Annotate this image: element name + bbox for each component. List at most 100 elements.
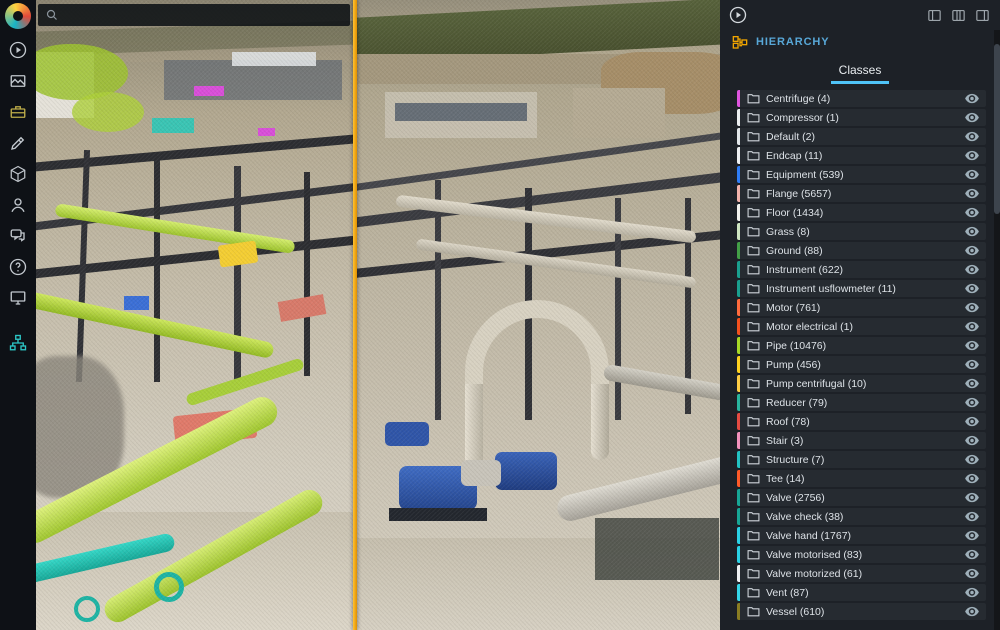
visibility-eye-icon[interactable] (965, 416, 979, 427)
class-row[interactable]: Structure (7) (737, 451, 986, 468)
visibility-eye-icon[interactable] (965, 264, 979, 275)
visibility-eye-icon[interactable] (965, 226, 979, 237)
visibility-eye-icon[interactable] (965, 549, 979, 560)
folder-icon (747, 187, 760, 200)
layout-right-icon[interactable] (975, 8, 990, 23)
visibility-eye-icon[interactable] (965, 188, 979, 199)
folder-icon (747, 358, 760, 371)
comparison-divider[interactable] (353, 0, 357, 630)
visibility-eye-icon[interactable] (965, 606, 979, 617)
panel-play-circle-icon[interactable] (729, 6, 747, 24)
help-icon[interactable] (8, 257, 28, 277)
class-row[interactable]: Roof (78) (737, 413, 986, 430)
class-row[interactable]: Flange (5657) (737, 185, 986, 202)
folder-icon (747, 434, 760, 447)
class-row[interactable]: Valve hand (1767) (737, 527, 986, 544)
visibility-eye-icon[interactable] (965, 454, 979, 465)
visibility-eye-icon[interactable] (965, 435, 979, 446)
class-row[interactable]: Motor (761) (737, 299, 986, 316)
class-row[interactable]: Reducer (79) (737, 394, 986, 411)
scene-shape (555, 454, 720, 523)
scene-shape (435, 180, 441, 420)
class-color-bar (737, 451, 740, 468)
class-row[interactable]: Endcap (11) (737, 147, 986, 164)
folder-icon (747, 415, 760, 428)
visibility-eye-icon[interactable] (965, 169, 979, 180)
folder-icon (747, 301, 760, 314)
layout-columns-icon[interactable] (951, 8, 966, 23)
class-row[interactable]: Valve (2756) (737, 489, 986, 506)
visibility-eye-icon[interactable] (965, 112, 979, 123)
visibility-eye-icon[interactable] (965, 530, 979, 541)
class-row[interactable]: Floor (1434) (737, 204, 986, 221)
class-color-bar (737, 375, 740, 392)
folder-icon (747, 586, 760, 599)
class-row[interactable]: Grass (8) (737, 223, 986, 240)
class-row[interactable]: Vent (87) (737, 584, 986, 601)
visibility-eye-icon[interactable] (965, 511, 979, 522)
hierarchy-network-icon[interactable] (8, 333, 28, 353)
visibility-eye-icon[interactable] (965, 397, 979, 408)
3d-viewport[interactable] (36, 0, 720, 630)
class-row[interactable]: Valve motorised (83) (737, 546, 986, 563)
search-input[interactable] (64, 8, 342, 22)
class-row[interactable]: Motor electrical (1) (737, 318, 986, 335)
class-color-bar (737, 394, 740, 411)
user-icon[interactable] (8, 195, 28, 215)
visibility-eye-icon[interactable] (965, 340, 979, 351)
visibility-eye-icon[interactable] (965, 473, 979, 484)
visibility-eye-icon[interactable] (965, 587, 979, 598)
panel-scrollbar[interactable] (994, 30, 1000, 630)
model-cube-icon[interactable] (8, 164, 28, 184)
folder-icon (747, 339, 760, 352)
class-row[interactable]: Compressor (1) (737, 109, 986, 126)
class-row[interactable]: Pump (456) (737, 356, 986, 373)
scene-shape (152, 118, 194, 133)
panel-tabs: Classes (720, 54, 1000, 84)
class-color-bar (737, 90, 740, 107)
scene-right (357, 0, 720, 630)
tab-classes[interactable]: Classes (831, 59, 890, 84)
visibility-eye-icon[interactable] (965, 492, 979, 503)
visibility-eye-icon[interactable] (965, 93, 979, 104)
class-row[interactable]: Centrifuge (4) (737, 90, 986, 107)
class-row[interactable]: Default (2) (737, 128, 986, 145)
layout-left-icon[interactable] (927, 8, 942, 23)
visibility-eye-icon[interactable] (965, 131, 979, 142)
visibility-eye-icon[interactable] (965, 321, 979, 332)
toolbox-icon[interactable] (8, 102, 28, 122)
play-circle-icon[interactable] (8, 40, 28, 60)
measure-icon[interactable] (8, 133, 28, 153)
class-label: Endcap (11) (766, 150, 822, 162)
visibility-eye-icon[interactable] (965, 150, 979, 161)
class-color-bar (737, 337, 740, 354)
visibility-eye-icon[interactable] (965, 283, 979, 294)
visibility-eye-icon[interactable] (965, 245, 979, 256)
visibility-eye-icon[interactable] (965, 568, 979, 579)
visibility-eye-icon[interactable] (965, 302, 979, 313)
class-label: Ground (88) (766, 245, 823, 257)
visibility-eye-icon[interactable] (965, 207, 979, 218)
class-label: Pipe (10476) (766, 340, 826, 352)
class-row[interactable]: Pump centrifugal (10) (737, 375, 986, 392)
display-icon[interactable] (8, 288, 28, 308)
class-row[interactable]: Stair (3) (737, 432, 986, 449)
class-row[interactable]: Instrument usflowmeter (11) (737, 280, 986, 297)
app-logo-icon[interactable] (5, 3, 31, 29)
class-label: Stair (3) (766, 435, 803, 447)
class-row[interactable]: Valve motorized (61) (737, 565, 986, 582)
screenshot-icon[interactable] (8, 71, 28, 91)
feedback-chat-icon[interactable] (8, 226, 28, 246)
class-row[interactable]: Vessel (610) (737, 603, 986, 620)
folder-icon (747, 605, 760, 618)
folder-icon (747, 92, 760, 105)
class-row[interactable]: Equipment (539) (737, 166, 986, 183)
class-row[interactable]: Ground (88) (737, 242, 986, 259)
class-row[interactable]: Pipe (10476) (737, 337, 986, 354)
class-row[interactable]: Instrument (622) (737, 261, 986, 278)
scrollbar-thumb[interactable] (994, 44, 1000, 214)
class-row[interactable]: Tee (14) (737, 470, 986, 487)
visibility-eye-icon[interactable] (965, 378, 979, 389)
visibility-eye-icon[interactable] (965, 359, 979, 370)
class-row[interactable]: Valve check (38) (737, 508, 986, 525)
